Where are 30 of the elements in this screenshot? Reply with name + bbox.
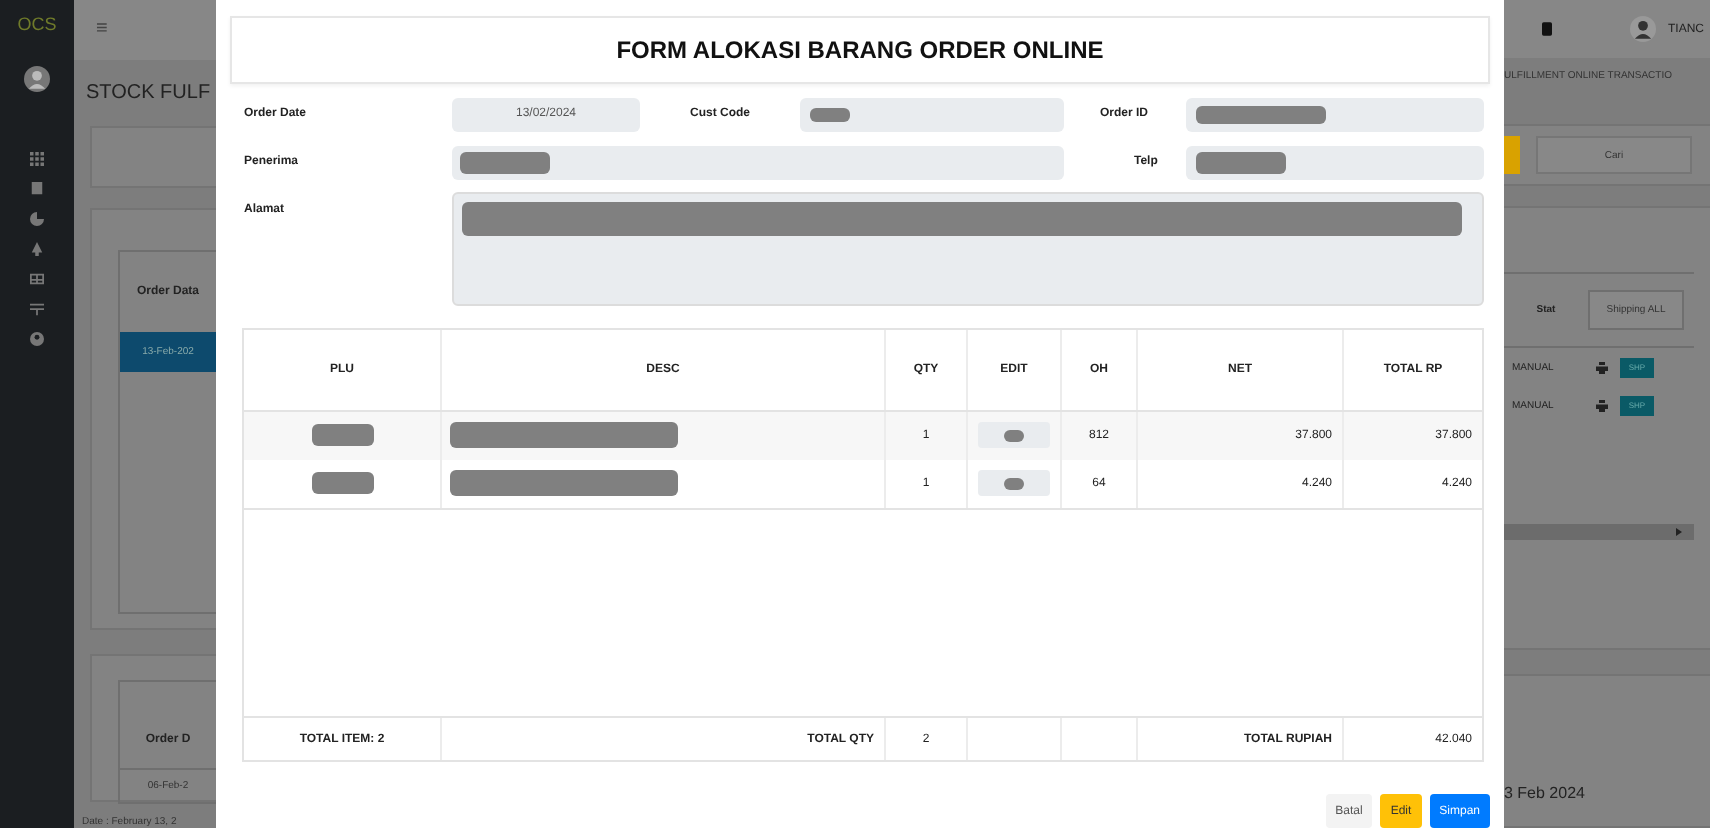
grid-icon[interactable] bbox=[30, 152, 44, 166]
logo: OCS bbox=[17, 14, 57, 34]
input-field[interactable] bbox=[1186, 97, 1484, 132]
redaction-bar bbox=[1004, 477, 1024, 490]
user-circle-icon[interactable] bbox=[30, 332, 44, 346]
input-field[interactable] bbox=[452, 145, 1064, 180]
table-icon[interactable] bbox=[30, 272, 44, 286]
avatar-icon bbox=[24, 66, 50, 92]
redaction-bar bbox=[1004, 429, 1024, 442]
edit-field[interactable] bbox=[978, 470, 1050, 497]
print-icon[interactable] bbox=[1596, 399, 1608, 412]
copy-icon[interactable] bbox=[30, 182, 44, 196]
input-field[interactable] bbox=[1186, 145, 1484, 180]
print-icon[interactable] bbox=[1596, 361, 1608, 374]
filter-card bbox=[90, 125, 216, 188]
page-title: STOCK FULF bbox=[86, 81, 213, 103]
redaction-bar bbox=[311, 424, 373, 447]
edit-field[interactable] bbox=[978, 422, 1050, 449]
tree-icon[interactable] bbox=[30, 242, 44, 256]
scrollbar[interactable] bbox=[1504, 524, 1694, 541]
pie-chart-icon[interactable] bbox=[30, 212, 44, 226]
address-field[interactable] bbox=[452, 191, 1484, 306]
bell-icon[interactable] bbox=[1542, 22, 1552, 37]
redaction-bar bbox=[311, 472, 373, 495]
input-field[interactable] bbox=[800, 97, 1064, 132]
avatar-icon[interactable] bbox=[1630, 16, 1656, 43]
date-text: 3 Feb 2024 bbox=[1504, 783, 1585, 802]
filter-icon[interactable] bbox=[30, 302, 44, 316]
modal-title: FORM ALOKASI BARANG ORDER ONLINE bbox=[616, 35, 1104, 64]
menu-icon[interactable]: ≡ bbox=[96, 18, 108, 41]
